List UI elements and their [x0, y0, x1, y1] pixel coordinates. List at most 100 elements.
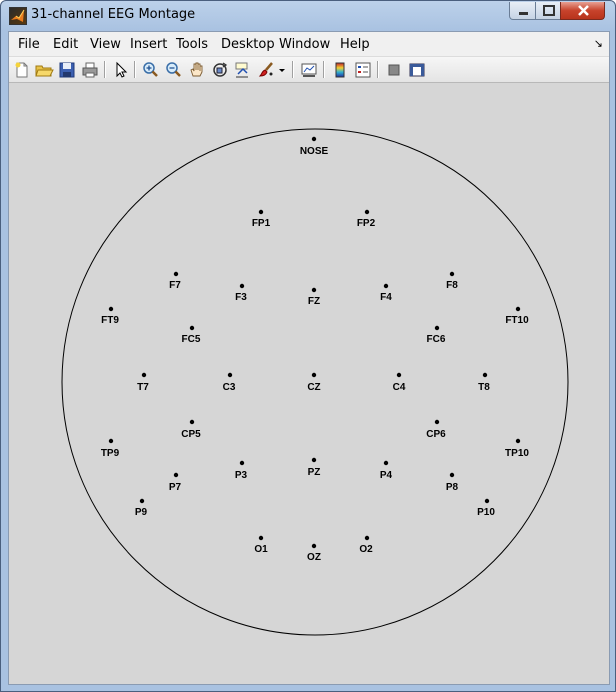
dock-figure-icon[interactable]: ↘ [594, 37, 603, 50]
electrode-P8[interactable]: P8 [446, 472, 459, 493]
rotate-3d-icon[interactable] [210, 60, 230, 80]
close-button[interactable] [560, 2, 605, 20]
minimize-button[interactable] [509, 2, 536, 20]
title-bar[interactable]: 31-channel EEG Montage [1, 1, 615, 31]
electrode-P7[interactable]: P7 [169, 472, 182, 493]
electrode-label: P3 [235, 470, 248, 481]
toolbar-separator [377, 61, 379, 78]
electrode-marker [239, 283, 245, 289]
electrode-P9[interactable]: P9 [135, 498, 148, 518]
electrode-marker [258, 209, 264, 215]
menu-insert[interactable]: Insert [130, 37, 167, 52]
electrode-label: F3 [235, 292, 247, 303]
electrode-TP9[interactable]: TP9 [101, 438, 120, 459]
hide-plot-tools-icon[interactable] [384, 60, 404, 80]
menu-desktop[interactable]: Desktop [221, 37, 275, 52]
electrode-O1[interactable]: O1 [254, 535, 268, 555]
zoom-in-icon[interactable] [141, 60, 161, 80]
electrode-FT10[interactable]: FT10 [505, 306, 529, 326]
electrode-FC6[interactable]: FC6 [427, 325, 446, 345]
electrode-FP2[interactable]: FP2 [357, 209, 376, 229]
electrode-marker [434, 325, 440, 331]
electrode-F8[interactable]: F8 [446, 271, 458, 291]
electrode-P4[interactable]: P4 [380, 460, 393, 481]
electrode-marker [311, 457, 317, 463]
electrode-TP10[interactable]: TP10 [505, 438, 529, 459]
electrode-label: C4 [393, 382, 406, 393]
print-icon[interactable] [80, 60, 100, 80]
save-icon[interactable] [57, 60, 77, 80]
electrode-C3[interactable]: C3 [223, 372, 236, 393]
insert-legend-icon[interactable] [353, 60, 373, 80]
electrode-marker [173, 271, 179, 277]
electrode-O2[interactable]: O2 [359, 535, 373, 555]
electrode-P3[interactable]: P3 [235, 460, 248, 481]
electrode-CP5[interactable]: CP5 [181, 419, 201, 440]
electrode-marker [364, 535, 370, 541]
brush-dropdown-icon[interactable] [277, 60, 287, 80]
electrode-marker [383, 283, 389, 289]
pan-hand-icon[interactable] [187, 60, 207, 80]
electrode-OZ[interactable]: OZ [307, 543, 321, 563]
link-plot-icon[interactable] [299, 60, 319, 80]
open-file-icon[interactable] [34, 60, 54, 80]
menu-file[interactable]: File [18, 37, 40, 52]
electrode-PZ[interactable]: PZ [308, 457, 321, 478]
zoom-out-icon[interactable] [164, 60, 184, 80]
figure-window: 31-channel EEG Montage File Edit View In… [0, 0, 616, 692]
electrode-label: P9 [135, 507, 148, 518]
electrode-label: P8 [446, 482, 459, 493]
electrode-label: FC6 [427, 334, 446, 345]
electrode-marker [173, 472, 179, 478]
electrode-label: PZ [308, 467, 321, 478]
brush-icon[interactable] [257, 60, 277, 80]
electrode-marker [258, 535, 264, 541]
window-title: 31-channel EEG Montage [31, 7, 196, 22]
electrode-label: OZ [307, 552, 321, 563]
electrode-T7[interactable]: T7 [137, 372, 149, 393]
electrode-label: F7 [169, 280, 181, 291]
electrode-marker [515, 306, 521, 312]
electrode-label: FT10 [505, 315, 529, 326]
figure-toolbar [9, 57, 609, 83]
electrode-label: TP10 [505, 448, 529, 459]
maximize-button[interactable] [535, 2, 561, 20]
menu-window[interactable]: Window [279, 37, 330, 52]
menu-view[interactable]: View [90, 37, 121, 52]
toolbar-separator [323, 61, 325, 78]
electrode-CZ[interactable]: CZ [307, 372, 321, 393]
electrode-marker [189, 325, 195, 331]
electrode-label: T7 [137, 382, 149, 393]
electrode-F3[interactable]: F3 [235, 283, 247, 303]
electrode-T8[interactable]: T8 [478, 372, 490, 393]
data-cursor-icon[interactable] [233, 60, 253, 80]
electrode-F4[interactable]: F4 [380, 283, 392, 303]
electrode-marker [434, 419, 440, 425]
electrode-marker [108, 438, 114, 444]
electrode-FC5[interactable]: FC5 [182, 325, 201, 345]
electrode-FP1[interactable]: FP1 [252, 209, 271, 229]
electrode-label: P7 [169, 482, 182, 493]
electrode-label: P10 [477, 507, 495, 518]
toolbar-separator [292, 61, 294, 78]
electrode-F7[interactable]: F7 [169, 271, 181, 291]
electrode-marker [139, 498, 145, 504]
insert-colorbar-icon[interactable] [330, 60, 350, 80]
electrode-CP6[interactable]: CP6 [426, 419, 446, 440]
electrode-label: CP5 [181, 429, 201, 440]
electrode-label: CZ [307, 382, 320, 393]
menu-tools[interactable]: Tools [176, 37, 208, 52]
electrode-marker [515, 438, 521, 444]
figure-canvas[interactable]: NOSE FP1 FP2 F7 F3 FZ F4 F8 FT9 FC5 FC6 … [9, 83, 609, 684]
electrode-C4[interactable]: C4 [393, 372, 406, 393]
electrode-label: O1 [254, 544, 268, 555]
edit-plot-arrow-icon[interactable] [111, 60, 131, 80]
electrode-FZ[interactable]: FZ [308, 287, 320, 307]
menu-edit[interactable]: Edit [53, 37, 78, 52]
electrode-P10[interactable]: P10 [477, 498, 495, 518]
electrode-FT9[interactable]: FT9 [101, 306, 119, 326]
electrode-label: P4 [380, 470, 393, 481]
menu-help[interactable]: Help [340, 37, 370, 52]
show-plot-tools-icon[interactable] [407, 60, 427, 80]
new-figure-icon[interactable] [12, 60, 32, 80]
